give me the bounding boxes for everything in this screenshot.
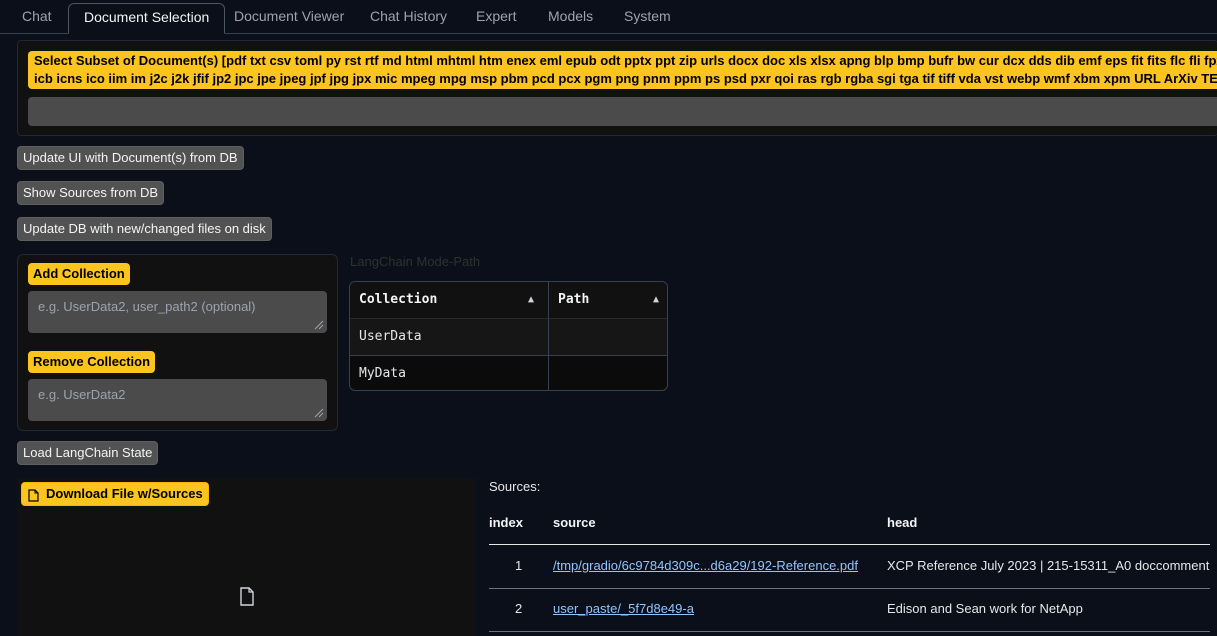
load-langchain-state-button[interactable]: Load LangChain State xyxy=(17,441,159,465)
source-link[interactable]: user_paste/_5f7d8e49-a xyxy=(553,601,694,616)
table-cell-head: Edison and Sean work for NetApp xyxy=(887,601,1083,616)
column-header-index: index xyxy=(489,515,523,530)
show-sources-button[interactable]: Show Sources from DB xyxy=(17,181,165,205)
sources-table: index source head 1 /tmp/gradio/6c9784d3… xyxy=(489,506,1210,636)
tab-document-selection[interactable]: Document Selection xyxy=(68,3,226,34)
column-header-head: head xyxy=(887,515,918,530)
document-subset-label-line2: icb icns ico iim im j2c j2k jfif jp2 jpc… xyxy=(34,71,1217,86)
document-subset-label-line1: Select Subset of Document(s) [pdf txt cs… xyxy=(34,53,1217,68)
document-subset-label: Select Subset of Document(s) [pdf txt cs… xyxy=(28,51,1217,89)
download-file-panel: Download File w/Sources xyxy=(17,478,476,636)
update-db-button[interactable]: Update DB with new/changed files on disk xyxy=(17,217,272,241)
sort-up-icon[interactable]: ▲ xyxy=(528,282,534,318)
tab-chat-history[interactable]: Chat History xyxy=(370,3,447,32)
column-header-collection[interactable]: Collection ▲ xyxy=(350,282,549,318)
table-cell-index: 1 xyxy=(515,558,523,573)
sources-title: Sources: xyxy=(489,479,541,494)
tab-system[interactable]: System xyxy=(624,3,671,32)
document-subset-panel: Select Subset of Document(s) [pdf txt cs… xyxy=(17,40,1217,136)
table-cell[interactable] xyxy=(549,318,667,355)
table-cell[interactable]: UserData xyxy=(350,318,549,355)
file-upload-icon[interactable] xyxy=(239,587,255,606)
column-header-label: Path xyxy=(558,292,590,307)
column-header-label: Collection xyxy=(359,292,438,307)
collections-panel: Add Collection e.g. UserData2, user_path… xyxy=(17,254,338,431)
mode-path-label: LangChain Mode-Path xyxy=(350,254,481,269)
divider xyxy=(489,588,1210,589)
add-collection-input[interactable]: e.g. UserData2, user_path2 (optional) xyxy=(28,291,327,333)
tab-chat[interactable]: Chat xyxy=(22,3,52,32)
divider xyxy=(489,544,1210,545)
column-header-source: source xyxy=(553,515,596,530)
download-file-label: Download File w/Sources xyxy=(21,482,209,506)
table-cell[interactable] xyxy=(549,355,667,390)
table-cell-index: 2 xyxy=(515,601,523,616)
tab-document-viewer[interactable]: Document Viewer xyxy=(234,3,344,32)
download-file-label-text: Download File w/Sources xyxy=(46,486,203,501)
resize-grip-icon[interactable] xyxy=(314,408,324,418)
remove-collection-input[interactable]: e.g. UserData2 xyxy=(28,379,327,421)
source-link[interactable]: /tmp/gradio/6c9784d309c...d6a29/192-Refe… xyxy=(553,558,858,573)
tab-expert[interactable]: Expert xyxy=(476,3,516,32)
resize-grip-icon[interactable] xyxy=(314,320,324,330)
add-collection-label: Add Collection xyxy=(28,263,130,285)
column-header-path[interactable]: Path ▲ xyxy=(549,282,667,318)
divider xyxy=(489,631,1210,632)
file-icon xyxy=(28,489,39,502)
update-ui-button[interactable]: Update UI with Document(s) from DB xyxy=(17,146,244,170)
table-cell[interactable]: MyData xyxy=(350,355,549,390)
tab-bar: Chat Document Selection Document Viewer … xyxy=(0,0,1217,34)
remove-collection-label: Remove Collection xyxy=(28,351,156,373)
sort-up-icon[interactable]: ▲ xyxy=(653,282,659,318)
document-subset-dropdown[interactable] xyxy=(28,97,1217,126)
tab-models[interactable]: Models xyxy=(548,3,593,32)
table-cell-head: XCP Reference July 2023 | 215-15311_A0 d… xyxy=(887,558,1210,573)
mode-path-table: Collection ▲ Path ▲ UserData MyData xyxy=(349,281,668,391)
